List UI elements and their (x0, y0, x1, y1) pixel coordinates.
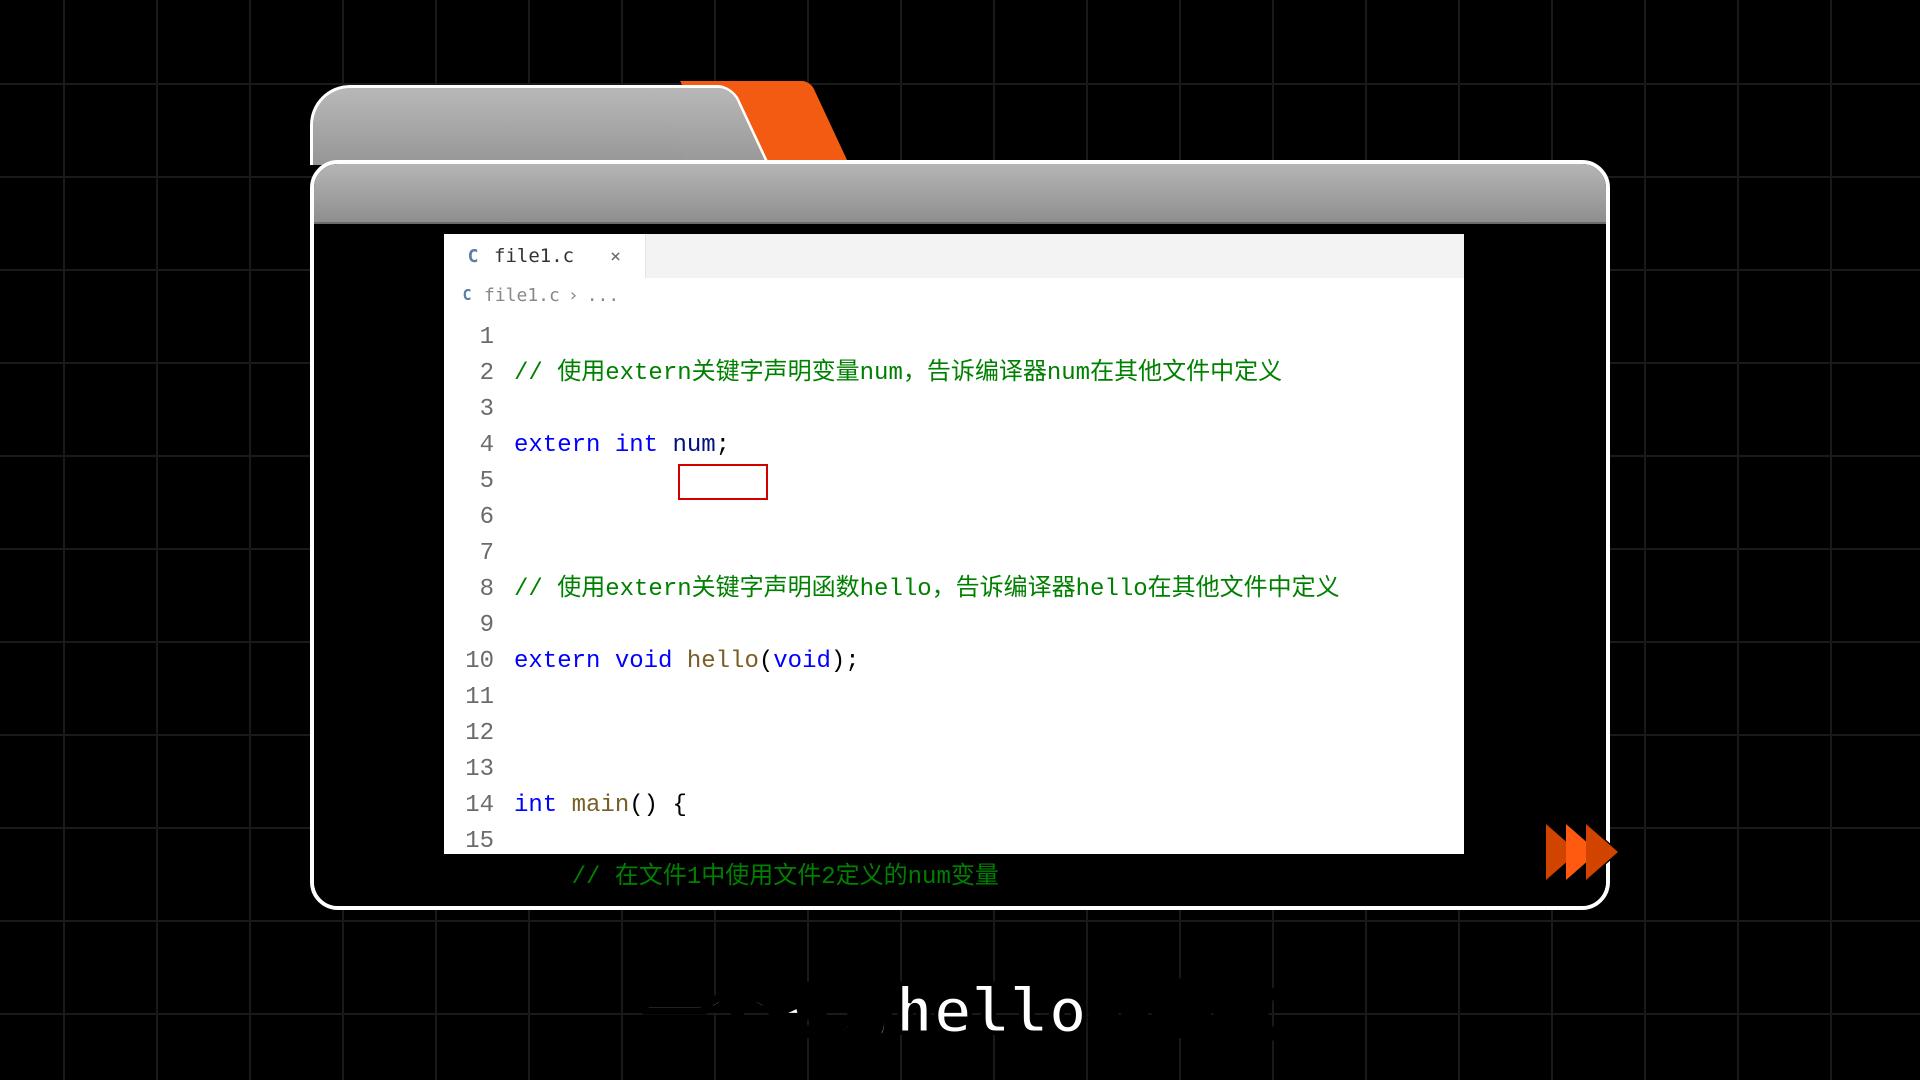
line-number: 7 (444, 536, 494, 572)
chevron-right-icon (1586, 824, 1618, 880)
highlight-box-hello (678, 464, 768, 500)
folder-window: C file1.c × C file1.c › ... 1 2 3 (310, 85, 1610, 910)
code-text[interactable]: // 使用extern关键字声明变量num，告诉编译器num在其他文件中定义 e… (508, 312, 1340, 910)
line-number: 9 (444, 608, 494, 644)
line-number: 3 (444, 392, 494, 428)
close-icon[interactable]: × (604, 246, 627, 267)
breadcrumb[interactable]: C file1.c › ... (444, 278, 1464, 312)
line-number: 2 (444, 356, 494, 392)
file-tab-label: file1.c (494, 245, 574, 267)
file-tab-file1[interactable]: C file1.c × (444, 234, 646, 278)
line-number: 8 (444, 572, 494, 608)
line-number: 1 (444, 320, 494, 356)
folder-titlebar (314, 164, 1606, 224)
line-number: 6 (444, 500, 494, 536)
folder-content: C file1.c × C file1.c › ... 1 2 3 (314, 224, 1606, 906)
breadcrumb-ellipsis: ... (587, 285, 620, 306)
editor-tab-bar: C file1.c × (444, 234, 1464, 278)
chevron-decoration (1558, 824, 1618, 880)
line-number: 13 (444, 752, 494, 788)
line-number: 4 (444, 428, 494, 464)
subtitle-caption: 一个名为hello的函数 (0, 960, 1920, 1050)
c-file-icon: C (458, 286, 476, 304)
line-number: 11 (444, 680, 494, 716)
c-file-icon: C (462, 245, 484, 267)
breadcrumb-file: file1.c (484, 285, 560, 306)
line-number-gutter: 1 2 3 4 5 6 7 8 9 10 11 12 13 14 (444, 312, 508, 910)
folder-body: C file1.c × C file1.c › ... 1 2 3 (310, 160, 1610, 910)
code-editor: C file1.c × C file1.c › ... 1 2 3 (444, 234, 1464, 854)
line-number: 14 (444, 788, 494, 824)
line-number: 10 (444, 644, 494, 680)
line-number: 5 (444, 464, 494, 500)
line-number: 15 (444, 824, 494, 860)
line-number: 12 (444, 716, 494, 752)
folder-tab (310, 85, 705, 165)
code-area[interactable]: 1 2 3 4 5 6 7 8 9 10 11 12 13 14 (444, 312, 1464, 910)
chevron-right-icon: › (568, 285, 579, 306)
